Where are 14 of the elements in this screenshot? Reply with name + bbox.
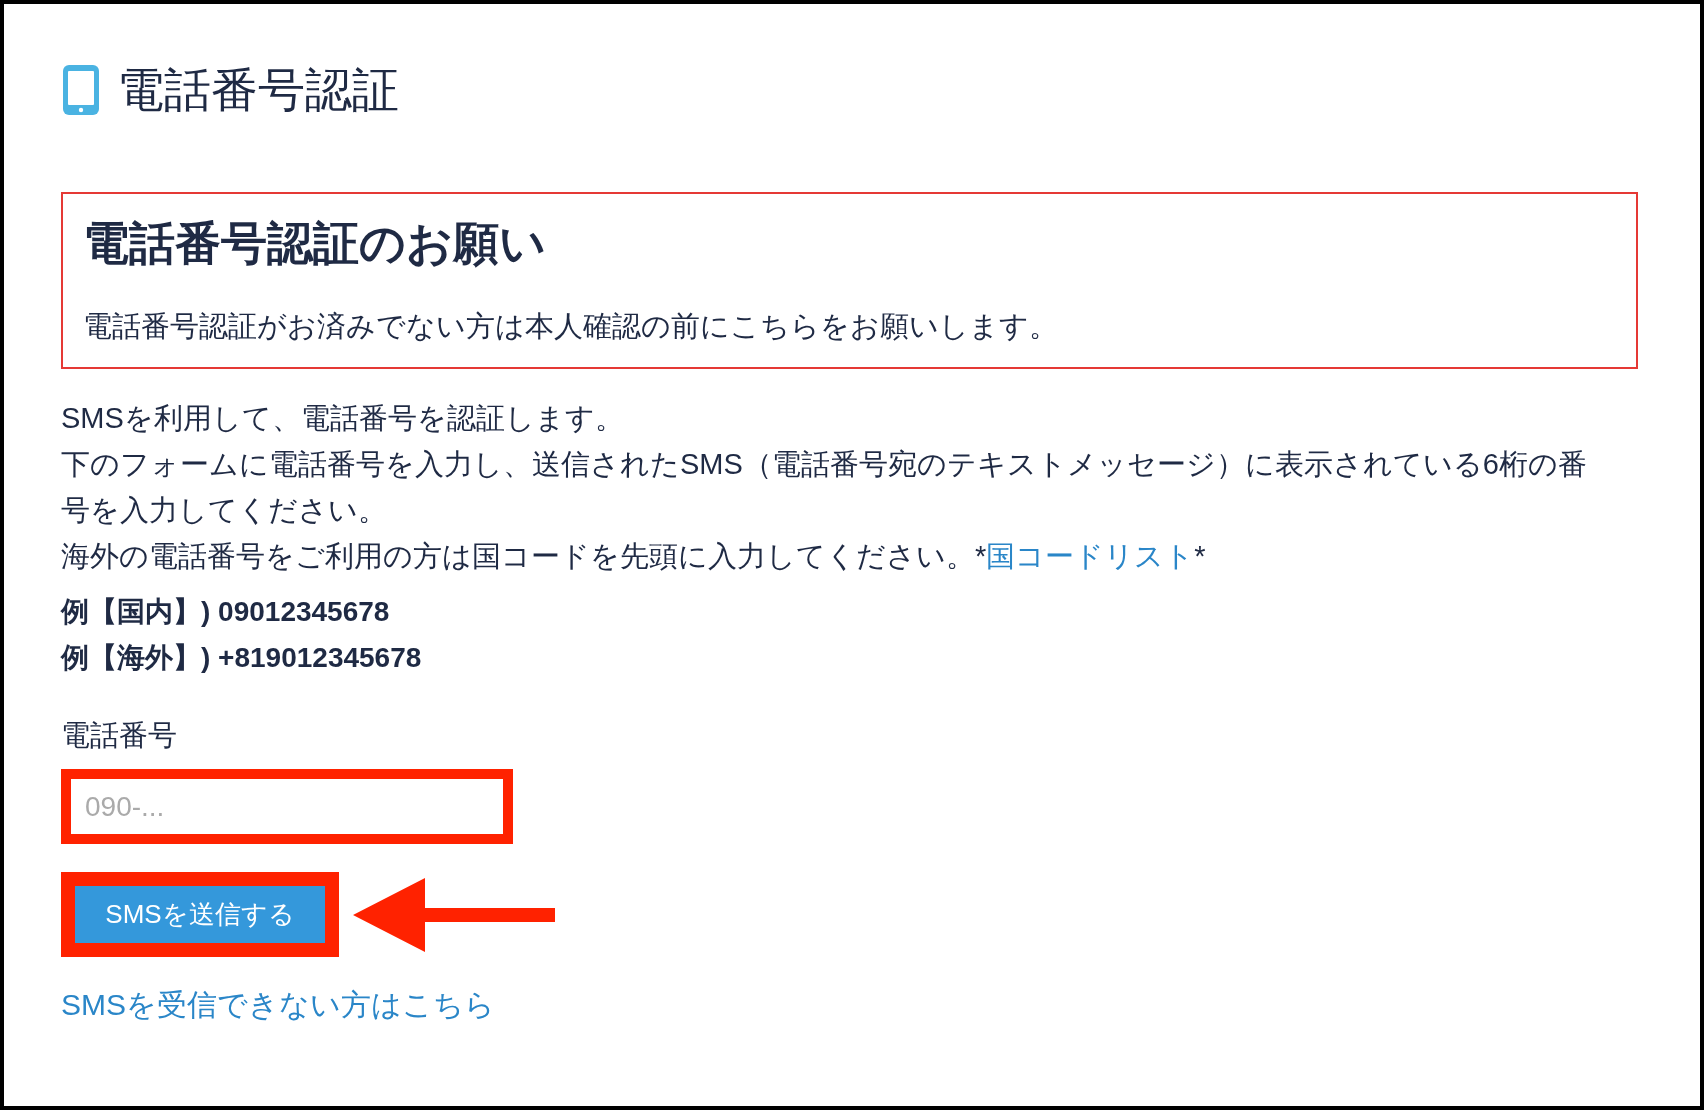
send-sms-button[interactable]: SMSを送信する <box>75 886 325 944</box>
instruction-text: SMSを利用して、電話番号を認証します。 <box>61 401 625 437</box>
phone-field[interactable]: 090-... <box>61 769 513 845</box>
notice-heading: 電話番号認証のお願い <box>83 216 547 272</box>
country-code-link[interactable]: 国コードリスト <box>986 540 1195 573</box>
page-title: 電話番号認証 <box>117 62 399 118</box>
example-text: 例【国内】) 09012345678 <box>61 595 391 630</box>
notice-text: 電話番号認証がお済みでない方は本人確認の前にこちらをお願いします。 <box>83 309 1059 345</box>
field-label: 電話番号 <box>61 718 178 754</box>
example-text: 例【海外】) +819012345678 <box>61 641 423 676</box>
smartphone-icon <box>61 63 101 118</box>
instruction-text: 下のフォームに電話番号を入力し、送信されたSMS（電話番号宛のテキストメッセージ）に表示されている6桁の番号を入力してください。 <box>61 447 1588 529</box>
instruction-text: 海外の電話番号をご利用の方は国コードを先頭に入力してください。*国コードリスト* <box>61 539 1207 575</box>
sms-help-link[interactable]: SMSを受信できない方はこちら <box>61 982 495 1028</box>
